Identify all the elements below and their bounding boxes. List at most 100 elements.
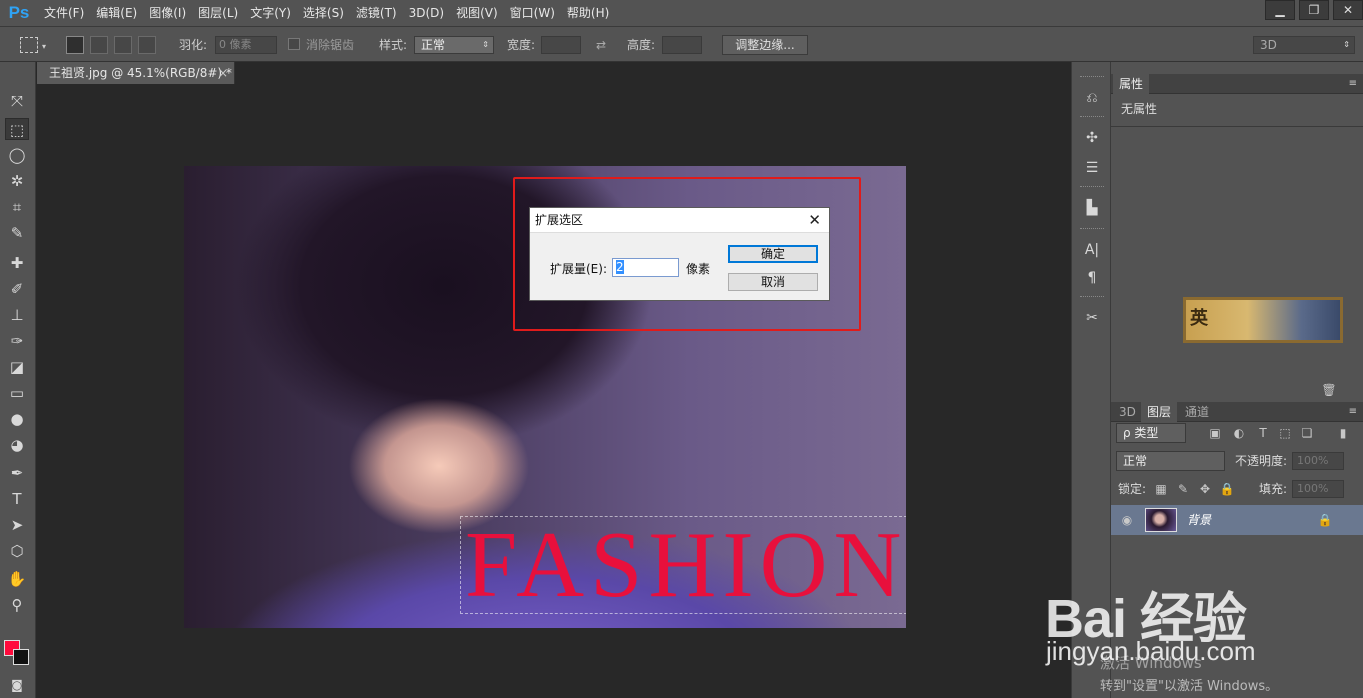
brush-tool-icon[interactable]: ✐: [5, 278, 29, 300]
workspace-value: 3D: [1260, 38, 1277, 52]
lock-paint-icon[interactable]: ✎: [1175, 481, 1191, 497]
lock-position-icon[interactable]: ✥: [1197, 481, 1213, 497]
gradient-tool-icon[interactable]: ▭: [5, 382, 29, 404]
menu-edit[interactable]: 编辑(E): [90, 0, 143, 26]
clone-source-icon[interactable]: ▙: [1082, 198, 1102, 218]
dodge-tool-icon[interactable]: ◕: [5, 434, 29, 456]
style-select[interactable]: 正常 ⇕: [414, 36, 494, 54]
shape-tool-icon[interactable]: ⬡: [5, 540, 29, 562]
pixel-filter-icon[interactable]: ▣: [1207, 425, 1223, 441]
document-tab[interactable]: 王祖贤.jpg @ 45.1%(RGB/8#) * ×: [37, 62, 235, 84]
width-input[interactable]: [541, 36, 581, 54]
blend-mode-select[interactable]: 正常: [1116, 451, 1225, 471]
ok-button[interactable]: 确定: [728, 245, 818, 263]
fill-input[interactable]: 100%: [1292, 480, 1344, 498]
menu-type[interactable]: 文字(Y): [244, 0, 297, 26]
adjustment-filter-icon[interactable]: ◐: [1231, 425, 1247, 441]
eraser-tool-icon[interactable]: ◪: [5, 356, 29, 378]
height-input[interactable]: [662, 36, 702, 54]
eye-icon[interactable]: ◉: [1119, 512, 1135, 528]
close-icon[interactable]: ✕: [1333, 0, 1363, 20]
tab-layers[interactable]: 图层: [1141, 402, 1178, 422]
opacity-input[interactable]: 100%: [1292, 452, 1344, 470]
menu-view[interactable]: 视图(V): [450, 0, 504, 26]
character-icon[interactable]: A|: [1082, 240, 1102, 260]
panel-menu-icon[interactable]: ≡: [1349, 74, 1357, 94]
background-color-swatch[interactable]: [13, 649, 29, 665]
type-tool-icon[interactable]: T: [5, 488, 29, 510]
hand-tool-icon[interactable]: ✋: [5, 568, 29, 590]
eyedropper-tool-icon[interactable]: ✎: [5, 222, 29, 244]
subtract-selection-icon[interactable]: [114, 36, 132, 54]
workspace-select[interactable]: 3D ⇕: [1253, 36, 1355, 54]
antialias-checkbox[interactable]: [288, 38, 300, 50]
path-select-icon[interactable]: ➤: [5, 514, 29, 536]
close-icon[interactable]: ×: [218, 62, 228, 84]
tab-properties[interactable]: 属性: [1113, 74, 1150, 94]
refine-edge-button[interactable]: 调整边缘...: [722, 35, 808, 55]
options-bar: ▾ 羽化: 0 像素 消除锯齿 样式: 正常 ⇕ 宽度: ⇄ 高度: 调整边缘.…: [0, 26, 1363, 62]
layer-thumbnail: [1145, 508, 1177, 532]
quick-mask-icon[interactable]: ◙: [5, 674, 29, 696]
lock-all-icon[interactable]: 🔒: [1219, 481, 1235, 497]
crop-tool-icon[interactable]: ⌗: [5, 196, 29, 218]
swap-icon[interactable]: ⇄: [596, 36, 606, 54]
intersect-selection-icon[interactable]: [138, 36, 156, 54]
menu-bar: Ps 文件(F) 编辑(E) 图像(I) 图层(L) 文字(Y) 选择(S) 滤…: [0, 0, 1363, 26]
brush-presets-icon[interactable]: ✣: [1082, 128, 1102, 148]
blur-tool-icon[interactable]: ●: [5, 408, 29, 430]
menu-layer[interactable]: 图层(L): [192, 0, 244, 26]
adjustments-icon[interactable]: ☰: [1082, 158, 1102, 178]
filter-toggle-icon[interactable]: ▮: [1335, 425, 1351, 441]
preset-dropdown-icon[interactable]: ▾: [42, 38, 46, 56]
expand-amount-input[interactable]: 2: [612, 258, 679, 277]
marquee-preset-icon[interactable]: [20, 37, 38, 53]
dialog-titlebar: 扩展选区 ✕: [530, 208, 829, 233]
trash-icon[interactable]: 🗑: [1321, 382, 1337, 398]
type-filter-icon[interactable]: T: [1255, 425, 1271, 441]
layer-name[interactable]: 背景: [1187, 511, 1211, 529]
panel-grip[interactable]: [1080, 296, 1104, 298]
fill-label: 填充:: [1259, 482, 1288, 496]
zoom-tool-icon[interactable]: ⚲: [5, 594, 29, 616]
paragraph-icon[interactable]: ¶: [1082, 268, 1102, 288]
menu-window[interactable]: 窗口(W): [504, 0, 561, 26]
pen-tool-icon[interactable]: ✒: [5, 462, 29, 484]
panel-grip[interactable]: [1080, 116, 1104, 118]
dialog-title: 扩展选区: [535, 213, 584, 227]
menu-select[interactable]: 选择(S): [297, 0, 350, 26]
tab-channels[interactable]: 通道: [1179, 402, 1215, 422]
tab-3d[interactable]: 3D: [1113, 402, 1142, 422]
history-icon[interactable]: ⎌: [1082, 88, 1102, 108]
move-tool-icon[interactable]: ⤧: [5, 90, 29, 112]
menu-help[interactable]: 帮助(H): [561, 0, 615, 26]
panel-grip[interactable]: [1080, 76, 1104, 78]
menu-filter[interactable]: 滤镜(T): [350, 0, 403, 26]
add-selection-icon[interactable]: [90, 36, 108, 54]
marquee-tool-icon[interactable]: ⬚: [5, 118, 29, 140]
close-icon[interactable]: ✕: [808, 208, 821, 233]
history-brush-icon[interactable]: ✑: [5, 330, 29, 352]
layer-row[interactable]: ◉ 背景 🔒: [1111, 505, 1363, 535]
layer-filter-select[interactable]: ρ 类型: [1116, 423, 1186, 443]
restore-icon[interactable]: ❐: [1299, 0, 1329, 20]
minimize-icon[interactable]: ▁: [1265, 0, 1295, 20]
lock-pixels-icon[interactable]: ▦: [1153, 481, 1169, 497]
tools-presets-icon[interactable]: ✂: [1082, 308, 1102, 328]
feather-input[interactable]: 0 像素: [215, 36, 277, 54]
menu-image[interactable]: 图像(I): [143, 0, 192, 26]
menu-file[interactable]: 文件(F): [38, 0, 90, 26]
cancel-button[interactable]: 取消: [728, 273, 818, 291]
menu-3d[interactable]: 3D(D): [403, 0, 450, 26]
panel-grip[interactable]: [1080, 186, 1104, 188]
stamp-tool-icon[interactable]: ⊥: [5, 304, 29, 326]
shape-filter-icon[interactable]: ⬚: [1277, 425, 1293, 441]
panel-menu-icon[interactable]: ≡: [1349, 402, 1357, 422]
new-selection-icon[interactable]: [66, 36, 84, 54]
panel-grip[interactable]: [1080, 228, 1104, 230]
lasso-tool-icon[interactable]: ◯: [5, 144, 29, 166]
magic-wand-tool-icon[interactable]: ✲: [5, 170, 29, 192]
smart-object-filter-icon[interactable]: ❏: [1299, 425, 1315, 441]
lock-icon: 🔒: [1317, 513, 1333, 527]
healing-brush-icon[interactable]: ✚: [5, 252, 29, 274]
